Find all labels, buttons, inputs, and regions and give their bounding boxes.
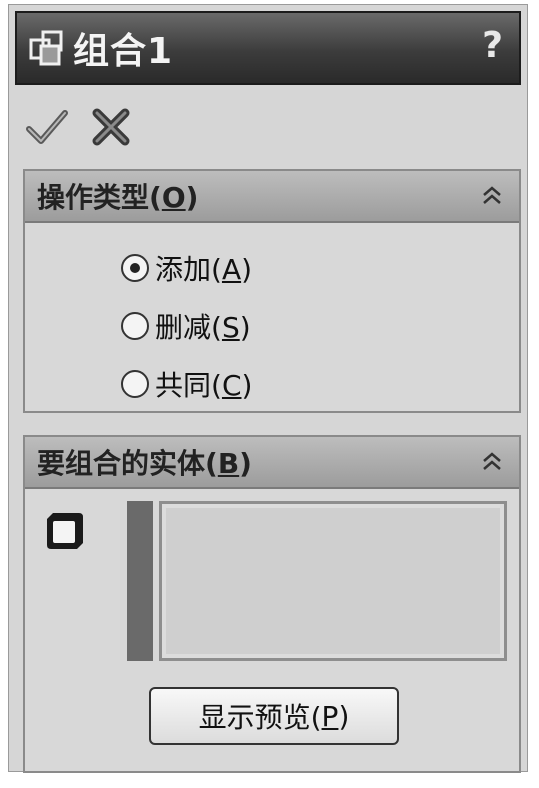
radio-button-common[interactable]: [121, 370, 149, 398]
title-bar: 组合1 ?: [15, 11, 521, 85]
radio-common[interactable]: 共同(C): [121, 355, 252, 413]
bodies-to-combine-title: 要组合的实体(B): [37, 447, 252, 480]
collapse-icon[interactable]: [479, 183, 505, 209]
operation-type-header[interactable]: 操作类型(O): [25, 171, 519, 223]
radio-button-add[interactable]: [121, 254, 149, 282]
bodies-selection-box[interactable]: [159, 501, 507, 661]
collapse-icon[interactable]: [479, 449, 505, 475]
checkmark-icon[interactable]: [25, 105, 69, 149]
operation-type-options: 添加(A) 删减(S) 共同(C): [121, 239, 252, 413]
radio-subtract[interactable]: 删减(S): [121, 297, 252, 355]
bodies-to-combine-header[interactable]: 要组合的实体(B): [25, 437, 519, 489]
radio-button-subtract[interactable]: [121, 312, 149, 340]
operation-type-title: 操作类型(O): [37, 181, 199, 214]
bodies-to-combine-group: 要组合的实体(B) 显示预览(P): [23, 435, 521, 773]
property-manager-panel: 组合1 ? 操作类型(O) 添加(A) 删减(S) 共同(C) 要组合的实体(B…: [8, 4, 528, 773]
solid-body-icon: [47, 513, 83, 549]
show-preview-button[interactable]: 显示预览(P): [149, 687, 399, 745]
close-icon[interactable]: [89, 105, 133, 149]
radio-label-subtract: 删减(S): [155, 311, 251, 344]
radio-label-add: 添加(A): [155, 253, 253, 286]
action-row: [25, 97, 133, 157]
help-button[interactable]: ?: [482, 25, 503, 66]
window-title: 组合1: [73, 31, 174, 72]
radio-add[interactable]: 添加(A): [121, 239, 252, 297]
radio-label-common: 共同(C): [155, 369, 253, 402]
operation-type-group: 操作类型(O) 添加(A) 删减(S) 共同(C): [23, 169, 521, 413]
combine-icon: [29, 30, 63, 66]
selection-active-bar: [127, 501, 153, 661]
